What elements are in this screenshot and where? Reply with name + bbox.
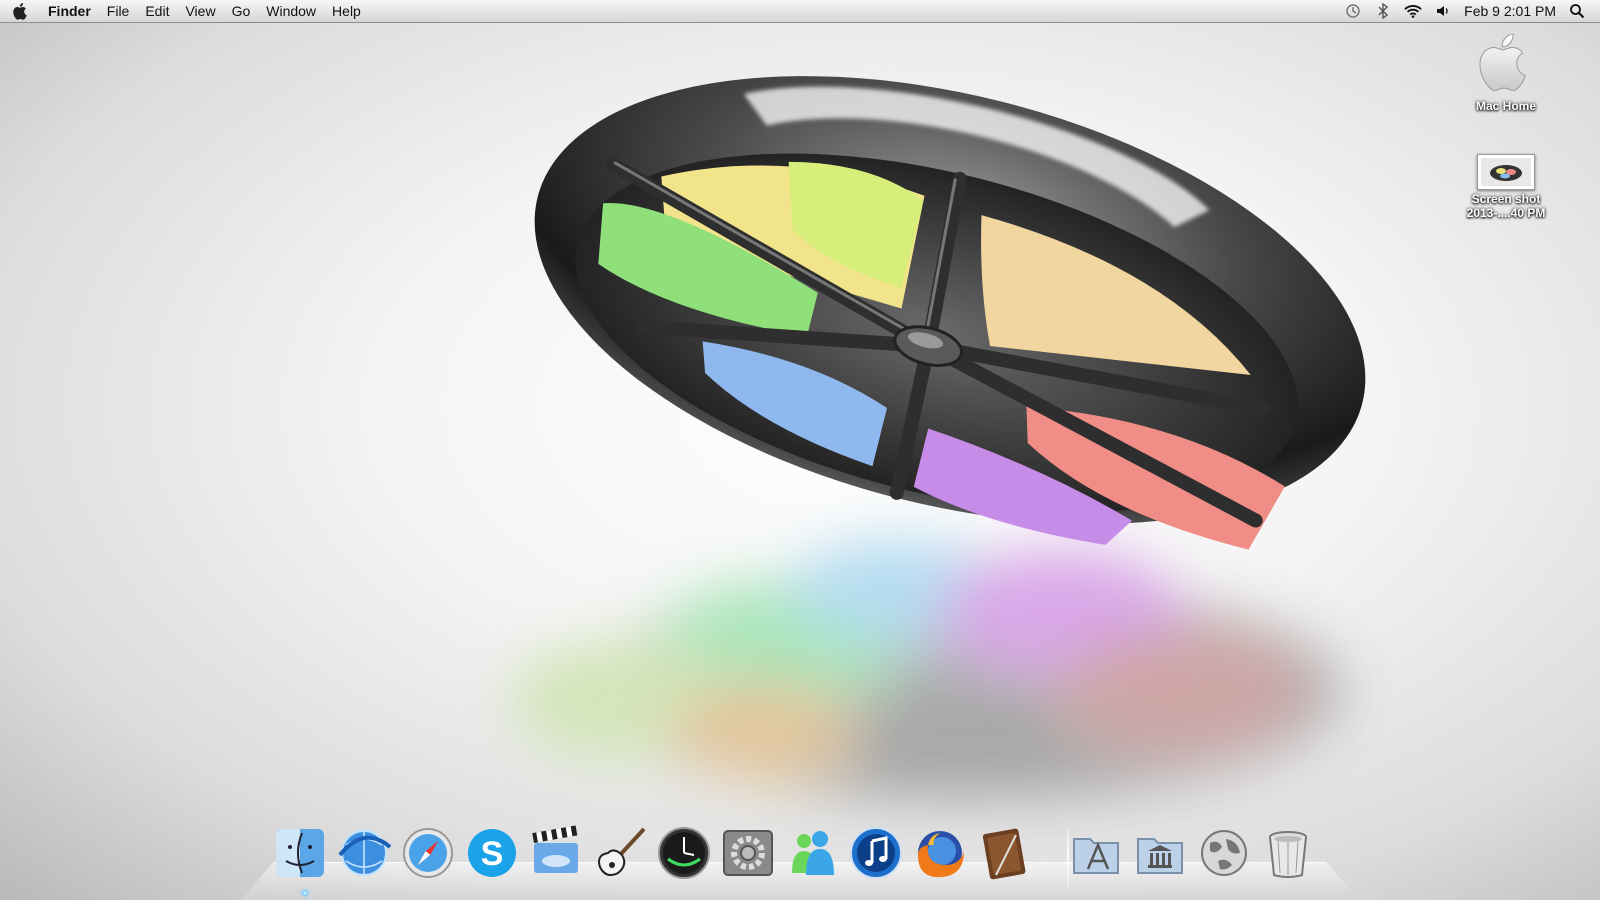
- dock: S: [272, 818, 1332, 882]
- spotlight-icon[interactable]: [1568, 2, 1586, 20]
- volume-icon[interactable]: [1434, 2, 1452, 20]
- network-globe-icon: [1201, 830, 1247, 876]
- menu-bar: Finder File Edit View Go Window Help Feb…: [0, 0, 1600, 23]
- menu-go[interactable]: Go: [224, 0, 259, 22]
- dock-item-notebook[interactable]: [976, 824, 1032, 882]
- library-folder-icon: [1137, 838, 1183, 874]
- dock-item-imovie[interactable]: [528, 824, 584, 882]
- bluetooth-icon[interactable]: [1374, 2, 1392, 20]
- imovie-icon: [532, 825, 578, 873]
- dock-stack-network[interactable]: [1196, 824, 1252, 882]
- dock-stack-library[interactable]: [1132, 824, 1188, 882]
- label-line-2: 2013-....40 PM: [1466, 206, 1546, 220]
- menu-help[interactable]: Help: [324, 0, 369, 22]
- safari-icon: [403, 828, 453, 878]
- apple-logo-icon: [1479, 33, 1526, 91]
- dock-item-garageband[interactable]: [592, 824, 648, 882]
- menu-finder[interactable]: Finder: [42, 0, 99, 22]
- desktop-icon-mac-home[interactable]: Mac Home: [1451, 30, 1561, 113]
- desktop-icon-screenshot[interactable]: Screen shot 2013-....40 PM: [1451, 154, 1561, 220]
- menu-edit[interactable]: Edit: [137, 0, 177, 22]
- dock-item-system-preferences[interactable]: [720, 824, 776, 882]
- desktop-icon-label: Mac Home: [1475, 99, 1537, 113]
- skype-icon: S: [468, 829, 516, 877]
- dock-item-clock[interactable]: [656, 824, 712, 882]
- apple-logo-icon: [13, 3, 27, 20]
- notebook-icon: [982, 828, 1026, 880]
- itunes-icon: [850, 827, 902, 879]
- trash-icon: [1269, 831, 1307, 878]
- finder-icon: [276, 829, 324, 877]
- apple-menu[interactable]: [0, 2, 42, 20]
- desktop-icon-label: Screen shot 2013-....40 PM: [1451, 192, 1561, 220]
- system-preferences-icon: [723, 830, 773, 876]
- dock-stack-applications[interactable]: [1068, 824, 1124, 882]
- menu-extras: Feb 9 2:01 PM: [1344, 2, 1600, 20]
- dock-item-itunes[interactable]: [848, 824, 904, 882]
- ie-globe-icon: [338, 830, 392, 876]
- menu-clock[interactable]: Feb 9 2:01 PM: [1464, 3, 1556, 19]
- garageband-icon: [598, 827, 646, 876]
- dock-item-messenger[interactable]: [784, 824, 840, 882]
- dock-item-firefox[interactable]: [912, 824, 968, 882]
- wifi-icon[interactable]: [1404, 2, 1422, 20]
- label-line-1: Screen shot: [1471, 192, 1541, 206]
- firefox-icon: [918, 831, 964, 878]
- time-machine-icon[interactable]: [1344, 2, 1362, 20]
- dock-item-finder[interactable]: [272, 824, 328, 882]
- screenshot-file-icon: [1477, 154, 1535, 190]
- menu-file[interactable]: File: [99, 0, 138, 22]
- dock-item-internet-explorer[interactable]: [336, 824, 392, 882]
- svg-text:S: S: [481, 835, 504, 873]
- dock-running-indicator: [302, 890, 308, 896]
- dock-item-trash[interactable]: [1260, 824, 1316, 882]
- desktop-wallpaper: [510, 76, 1366, 800]
- messenger-icon: [792, 831, 834, 875]
- menu-view[interactable]: View: [177, 0, 223, 22]
- dock-item-skype[interactable]: S: [464, 824, 520, 882]
- dock-item-safari[interactable]: [400, 824, 456, 882]
- applications-folder-icon: [1073, 838, 1119, 874]
- clock-icon: [658, 827, 710, 879]
- menu-window[interactable]: Window: [258, 0, 324, 22]
